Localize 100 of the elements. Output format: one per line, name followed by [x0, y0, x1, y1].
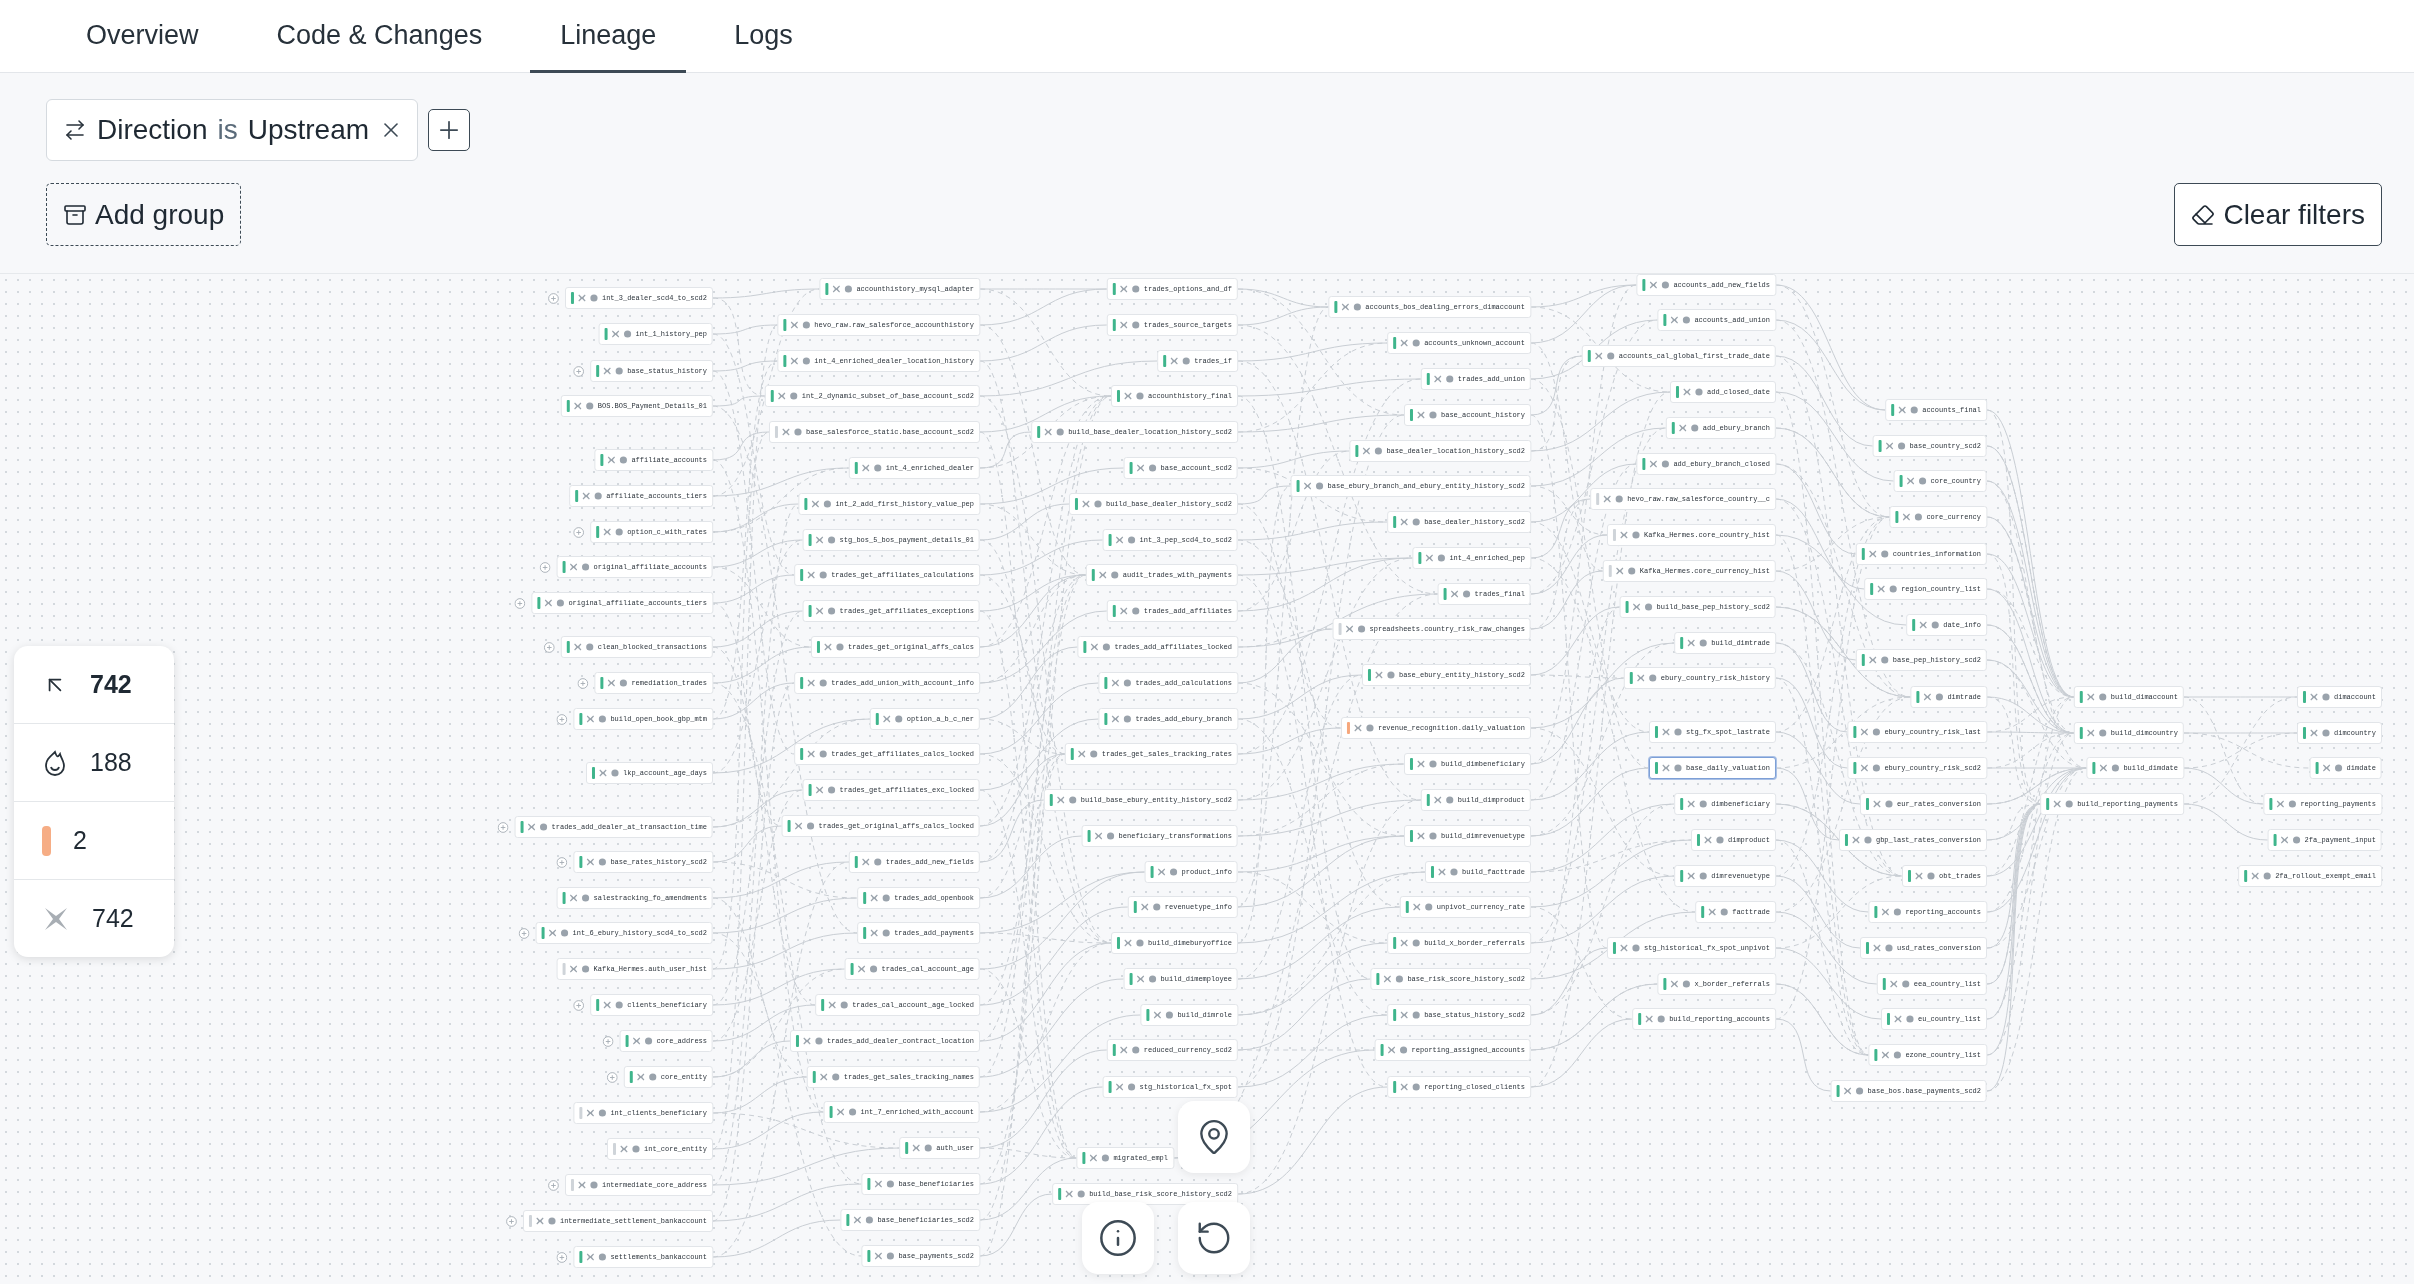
circle-icon	[1699, 872, 1708, 880]
circle-icon	[1353, 303, 1362, 311]
tab[interactable]: Code & Changes	[246, 0, 513, 73]
cross-icon	[1683, 388, 1691, 396]
tab[interactable]: Logs	[704, 0, 823, 73]
circle-icon	[2322, 729, 2330, 737]
circle-icon	[1699, 800, 1708, 808]
cross-icon	[1708, 908, 1717, 916]
expand-icon[interactable]	[543, 641, 555, 653]
cross-icon	[1425, 554, 1434, 562]
cross-icon	[807, 750, 816, 758]
circle-icon	[615, 1001, 624, 1009]
cross-icon	[1115, 1083, 1124, 1091]
circle-icon	[1716, 836, 1724, 844]
circle-icon	[806, 822, 815, 830]
add-group-button[interactable]: Add group	[46, 183, 242, 246]
circle-icon	[623, 330, 632, 338]
expand-icon[interactable]	[547, 1179, 559, 1191]
circle-icon	[1374, 447, 1383, 455]
info-button[interactable]	[1082, 1202, 1154, 1274]
reset-button[interactable]	[1178, 1202, 1250, 1274]
add-filter-button[interactable]	[428, 109, 471, 151]
circle-icon	[1102, 643, 1111, 651]
expand-icon[interactable]	[497, 821, 509, 833]
locate-button[interactable]	[1178, 1101, 1250, 1173]
cross-icon	[611, 330, 620, 338]
cross-icon	[777, 392, 786, 400]
expand-icon[interactable]	[602, 1035, 614, 1047]
circle-icon	[1661, 460, 1670, 468]
stat-value: 742	[90, 670, 132, 699]
circle-icon	[585, 643, 594, 651]
expand-icon[interactable]	[505, 1215, 517, 1227]
circle-icon	[598, 858, 607, 866]
circle-icon	[598, 1109, 607, 1117]
circle-icon	[1412, 339, 1421, 347]
cross-icon	[607, 679, 616, 687]
expand-icon[interactable]	[573, 526, 585, 538]
expand-icon[interactable]	[573, 999, 585, 1011]
cross-icon	[870, 894, 879, 902]
circle-icon	[2334, 764, 2343, 772]
cross-icon	[620, 1145, 628, 1153]
circle-icon	[611, 769, 619, 777]
circle-icon	[1462, 590, 1471, 598]
cross-icon	[832, 285, 841, 293]
cross-icon	[1851, 836, 1860, 844]
cross-icon	[1670, 316, 1679, 324]
cross-icon	[790, 357, 799, 365]
cross-icon	[1115, 536, 1124, 544]
tab[interactable]: Overview	[56, 0, 229, 73]
cross-icon	[1119, 1046, 1128, 1054]
cross-icon	[790, 321, 799, 329]
cross-icon	[599, 769, 607, 777]
circle-icon	[819, 571, 828, 579]
cross-icon	[1881, 1051, 1890, 1059]
circle-icon	[1169, 868, 1178, 876]
circle-icon	[1412, 1083, 1421, 1091]
circle-icon	[644, 1037, 653, 1045]
cross-icon	[823, 643, 832, 651]
expand-icon[interactable]	[573, 365, 585, 377]
expand-icon[interactable]	[518, 927, 530, 939]
cross-icon	[1868, 656, 1877, 664]
expand-icon[interactable]	[606, 1071, 618, 1083]
info-icon	[1098, 1218, 1138, 1258]
expand-icon[interactable]	[539, 561, 551, 573]
cross-icon	[1894, 1015, 1902, 1023]
cross-icon	[1704, 836, 1712, 844]
circle-icon	[840, 1001, 849, 1009]
circle-icon	[1068, 796, 1077, 804]
cross-icon	[569, 563, 578, 571]
cross-icon	[1081, 500, 1090, 508]
cross-icon	[2086, 693, 2095, 701]
circle-icon	[1699, 639, 1708, 647]
circle-icon	[1429, 411, 1437, 419]
cross-icon	[577, 294, 586, 302]
expand-icon[interactable]	[556, 713, 568, 725]
circle-icon	[1606, 352, 1615, 360]
circle-icon	[869, 965, 878, 973]
expand-icon[interactable]	[547, 292, 559, 304]
cross-icon	[1889, 980, 1898, 988]
cross-icon	[828, 1001, 837, 1009]
expand-icon[interactable]	[577, 677, 589, 689]
circle-icon	[598, 715, 607, 723]
circle-icon	[585, 402, 594, 410]
cross-icon	[2251, 872, 2260, 880]
circle-icon	[835, 643, 844, 651]
cross-icon	[1077, 750, 1086, 758]
clear-filters-button[interactable]: Clear filters	[2174, 183, 2382, 246]
cross-icon	[1619, 531, 1628, 539]
circle-icon	[1897, 442, 1906, 450]
cross-icon	[2310, 729, 2318, 737]
cross-icon	[1868, 550, 1877, 558]
expand-icon[interactable]	[556, 856, 568, 868]
cross-icon	[1915, 872, 1923, 880]
expand-icon[interactable]	[514, 597, 526, 609]
cross-icon	[1098, 571, 1107, 579]
expand-icon[interactable]	[556, 1251, 568, 1263]
circle-icon	[2098, 729, 2107, 737]
circle-icon	[865, 1216, 874, 1224]
circle-icon	[1631, 944, 1640, 952]
cross-icon	[582, 492, 591, 500]
